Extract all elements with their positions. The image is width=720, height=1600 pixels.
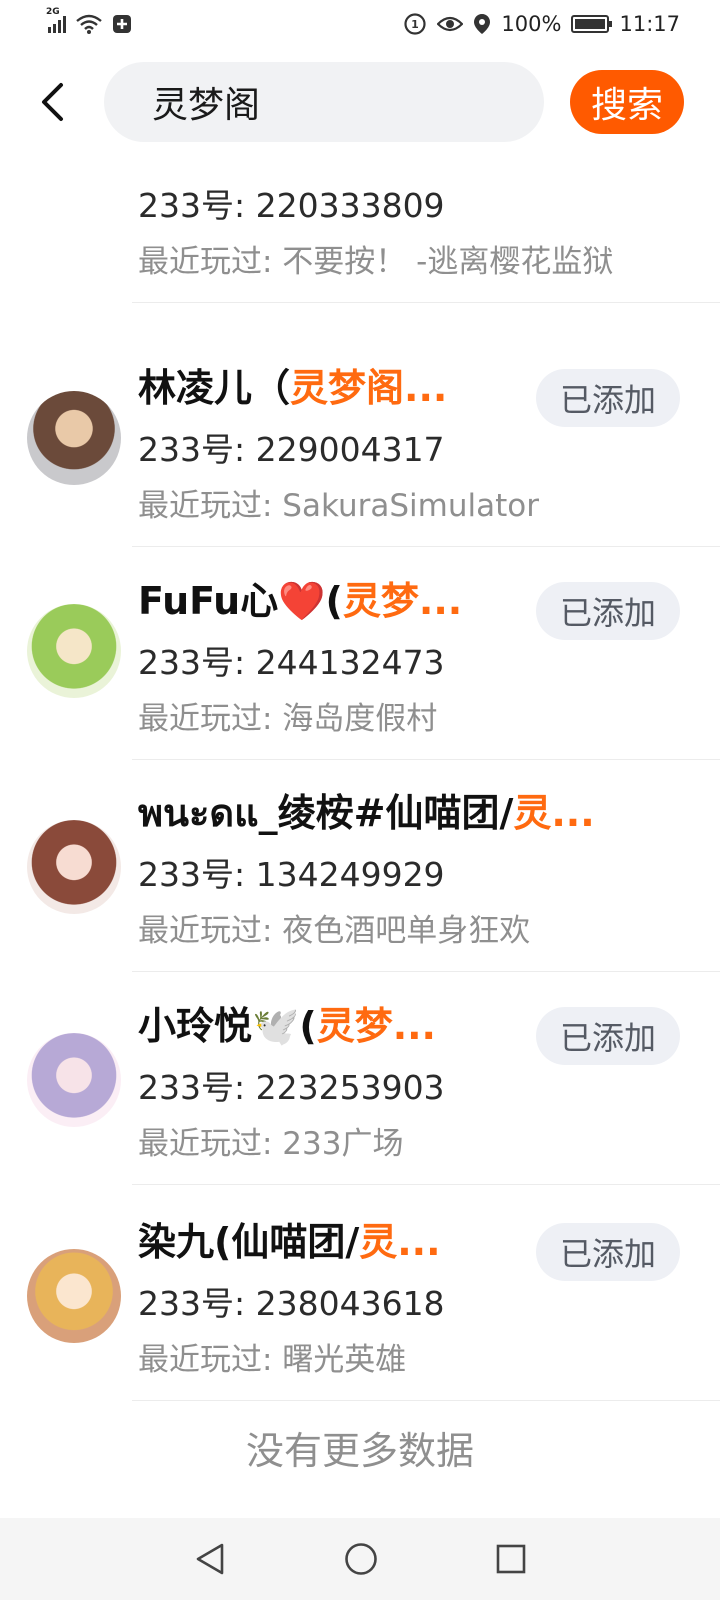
avatar[interactable] [27, 820, 121, 914]
user-name-match: 灵梦... [342, 579, 463, 623]
recently-played: 最近玩过: 不要按！ -逃离樱花监狱 [138, 244, 614, 280]
nav-recents-icon[interactable] [496, 1544, 526, 1574]
no-more-data-text: 没有更多数据 [245, 1429, 474, 1473]
user-id: 233号: 134249929 [138, 855, 445, 894]
navigation-bar [0, 1518, 720, 1600]
nav-back-icon[interactable] [194, 1542, 226, 1576]
user-name-text: FuFu心❤️( [138, 579, 343, 623]
added-friend-button[interactable]: 已添加 [536, 1223, 680, 1281]
result-row[interactable]: FuFu心❤️(灵梦... 233号: 244132473 最近玩过: 海岛度假村 已… [0, 548, 720, 760]
location-icon [474, 14, 491, 34]
user-id: 233号: 220333809 [138, 186, 445, 225]
search-header: ✕ 搜索 [0, 56, 720, 148]
search-field[interactable]: ✕ [104, 62, 617, 142]
user-name: 染九(仙喵团/灵... [138, 1211, 441, 1266]
user-name-text: พนะดแ_绫桉#仙喵团/ [138, 791, 514, 835]
user-name-text: 小玲悦🕊️( [138, 1004, 317, 1048]
user-name: 小玲悦🕊️(灵梦... [138, 995, 436, 1050]
search-button[interactable]: 搜索 [570, 70, 684, 134]
search-input[interactable] [152, 81, 600, 123]
user-name-text: 染九(仙喵团/ [138, 1220, 360, 1264]
result-row[interactable]: 小玲悦🕊️(灵梦... 233号: 223253903 最近玩过: 233广场 已添加 [0, 973, 720, 1185]
svg-text:1: 1 [412, 18, 420, 31]
user-id: 233号: 238043618 [138, 1284, 445, 1323]
avatar[interactable] [27, 1033, 121, 1127]
battery-percent: 100% [501, 12, 562, 36]
recently-played: 最近玩过: 夜色酒吧单身狂欢 [138, 913, 531, 949]
eye-comfort-icon [437, 16, 464, 32]
recently-played: 最近玩过: SakuraSimulator [138, 488, 539, 524]
back-button[interactable] [0, 56, 104, 148]
added-friend-button[interactable]: 已添加 [536, 369, 680, 427]
avatar[interactable] [27, 391, 121, 485]
row-divider [132, 971, 720, 972]
row-divider [132, 1400, 720, 1401]
signal-icon: 2G [46, 7, 66, 33]
user-name-match: 灵... [513, 791, 595, 835]
app-notification-icon [113, 15, 131, 33]
result-row[interactable]: พนะดแ_绫桉#仙喵团/灵... 233号: 134249929 最近玩过: 夜色… [0, 760, 720, 972]
nav-home-icon[interactable] [344, 1542, 378, 1576]
data-saver-icon: 1 [404, 13, 427, 35]
row-divider [132, 546, 720, 547]
row-divider [132, 302, 720, 303]
row-divider [132, 1184, 720, 1185]
recently-played: 最近玩过: 海岛度假村 [138, 701, 438, 737]
recently-played: 最近玩过: 233广场 [138, 1126, 404, 1162]
added-friend-button[interactable]: 已添加 [536, 582, 680, 640]
result-row[interactable]: 233号: 220333809 最近玩过: 不要按！ -逃离樱花监狱 [0, 152, 720, 303]
user-name: พนะดแ_绫桉#仙喵团/灵... [138, 782, 595, 843]
result-row[interactable]: 染九(仙喵团/灵... 233号: 238043618 最近玩过: 曙光英雄 已添加 [0, 1189, 720, 1401]
user-name-match: 灵梦阁... [290, 366, 448, 410]
recently-played: 最近玩过: 曙光英雄 [138, 1342, 407, 1378]
user-name-match: 灵... [359, 1220, 441, 1264]
added-friend-button[interactable]: 已添加 [536, 1007, 680, 1065]
user-name: FuFu心❤️(灵梦... [138, 570, 462, 625]
user-id: 233号: 244132473 [138, 643, 445, 682]
user-name: 林凌儿（灵梦阁... [138, 357, 447, 412]
user-id: 233号: 229004317 [138, 430, 445, 469]
user-name-match: 灵梦... [316, 1004, 436, 1048]
user-name-text: 林凌儿（ [138, 366, 291, 410]
result-row[interactable]: 林凌儿（灵梦阁... 233号: 229004317 最近玩过: SakuraSim… [0, 335, 720, 547]
clock: 11:17 [619, 12, 680, 36]
chevron-left-icon [42, 83, 63, 121]
results-list: 233号: 220333809 最近玩过: 不要按！ -逃离樱花监狱林凌儿（灵梦阁… [0, 152, 720, 1518]
status-bar: 2G 1 100% 11:17 [0, 0, 720, 48]
wifi-icon [76, 14, 102, 34]
user-id: 233号: 223253903 [138, 1068, 445, 1107]
avatar[interactable] [27, 1249, 121, 1343]
avatar[interactable] [27, 604, 121, 698]
battery-icon [571, 15, 613, 33]
